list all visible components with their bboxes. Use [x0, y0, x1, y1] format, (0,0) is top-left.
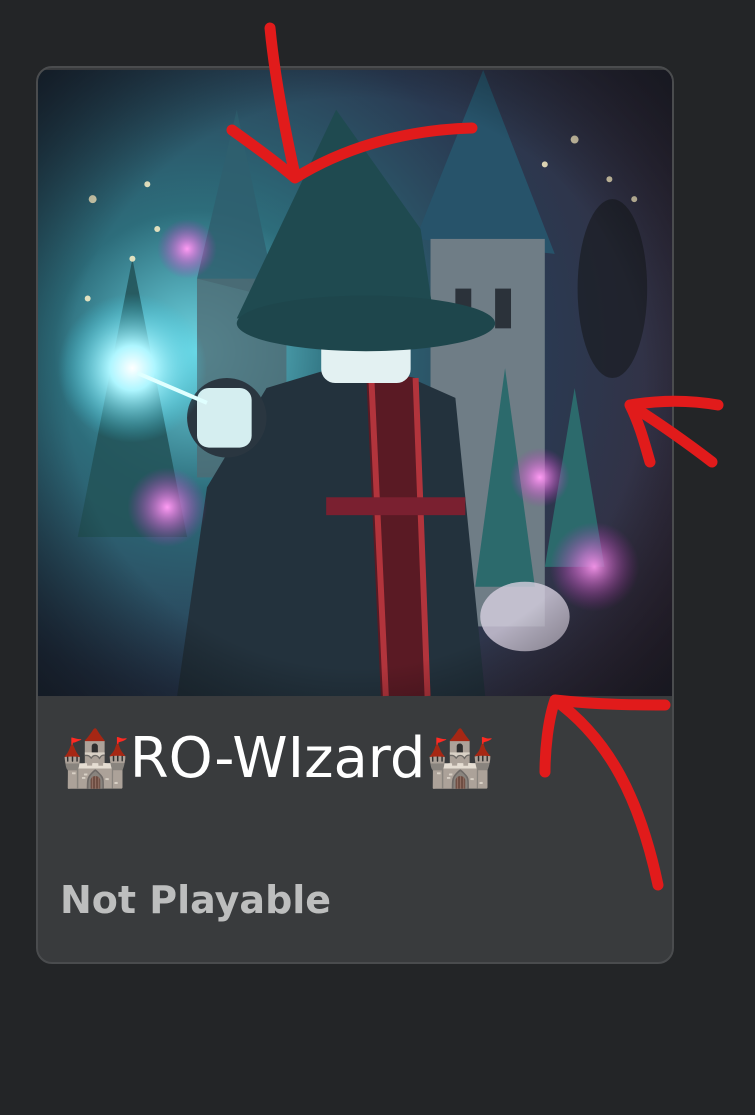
game-title[interactable]: 🏰RO-WIzard🏰	[60, 724, 495, 794]
game-status-label: Not Playable	[60, 878, 332, 922]
game-card[interactable]: 🏰RO-WIzard🏰 Not Playable	[36, 66, 674, 964]
game-thumbnail-image[interactable]	[38, 68, 672, 698]
page: 🏰RO-WIzard🏰 Not Playable	[0, 0, 755, 1115]
